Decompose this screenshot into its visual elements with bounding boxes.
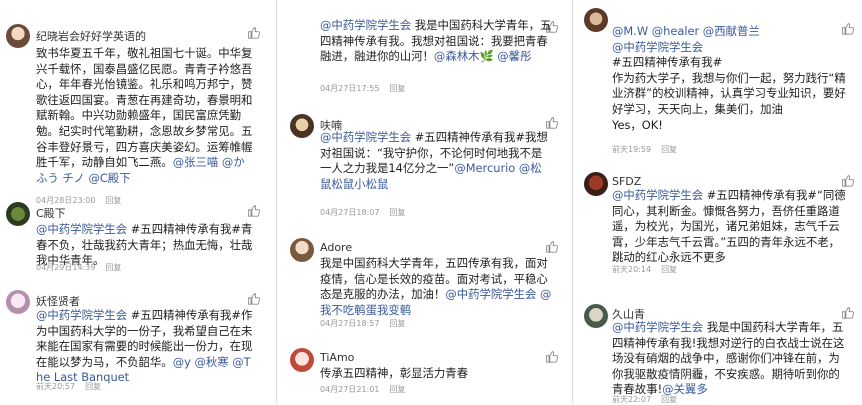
comment-column-2: @中药学院学生会 我是中国药科大学青年，五四精神传承有我。我想对祖国说：我要把青… [284,0,566,403]
comment-body: 致书华夏五千年，敬礼祖国七十诞。中华复兴千载怀，国泰昌盛亿民愿。青青子衿悠吾心，… [36,46,253,170]
comment-time: 04月27日17:55 [320,84,380,93]
comment-time: 前天19:59 [612,145,652,154]
like-icon[interactable] [545,116,558,129]
comment-meta: 04月27日21:01 回复 [320,384,405,395]
commenter-name[interactable]: 妖怪贤者 [36,293,80,309]
like-icon[interactable] [545,350,558,363]
reply-link[interactable]: 回复 [389,319,405,328]
mention-link[interactable]: @中药学院学生会 [320,18,411,32]
mention-link[interactable]: @中药学院学生会 [36,222,127,236]
commenter-name[interactable]: C殿下 [36,205,66,221]
comment-meta: 04月27日18:57 回复 [320,318,405,329]
comment-time: 04月27日18:57 [320,319,380,328]
comment-meta: 前天20:14 回复 [612,264,677,275]
comment-meta: 04月29日14:39 回复 [36,262,121,273]
commenter-name[interactable]: 纪晓岩会好好学英语的 [36,28,146,44]
avatar[interactable] [6,290,30,314]
comment-meta: 前天20:57 回复 [36,381,101,392]
comment-feed-collage: 纪晓岩会好好学英语的 致书华夏五千年，敬礼祖国七十诞。中华复兴千载怀，国泰昌盛亿… [0,0,862,405]
comment-time: 04月27日18:07 [320,208,380,217]
mention-link[interactable]: @中药学院学生会 [612,320,703,334]
mention-link[interactable]: @M.W @healer @西献普兰 [612,24,760,38]
reply-link[interactable]: 回复 [389,208,405,217]
reply-link[interactable]: 回复 [389,84,405,93]
avatar[interactable] [290,238,314,262]
comment-meta: 前天22:07 回复 [612,394,677,405]
mention-link[interactable]: @森林木🌿 @馨彤 [434,49,532,63]
like-icon[interactable] [247,204,260,217]
reply-link[interactable]: 回复 [105,263,121,272]
mention-link[interactable]: @中药学院学生会 [612,40,703,54]
avatar[interactable] [6,24,30,48]
mention-link[interactable]: @中药学院学生会 [612,188,703,202]
comment-meta: 04月27日18:07 回复 [320,207,405,218]
comment-time: 前天20:14 [612,265,652,274]
comment-time: 04月27日21:01 [320,385,380,394]
like-icon[interactable] [247,26,260,39]
avatar[interactable] [584,8,608,32]
reply-link[interactable]: 回复 [105,196,121,205]
like-icon[interactable] [545,240,558,253]
comment-text: @中药学院学生会 #五四精神传承有我#作为中国药科大学的一份子，我希望自己在未来… [36,308,254,386]
comment-text: @中药学院学生会 #五四精神传承有我#我想对祖国说：“我守护你，不论何时何地我不… [320,130,552,192]
reply-link[interactable]: 回复 [661,145,677,154]
mention-link[interactable]: @中药学院学生会 [320,130,411,144]
comment-time: 前天20:57 [36,382,76,391]
comment-time: 04月28日23:00 [36,196,96,205]
avatar[interactable] [584,172,608,196]
avatar[interactable] [290,114,314,138]
comment-body: #五四精神传承有我# 作为药大学子，我想与你们一起，努力践行“精业济群”的校训精… [612,55,846,132]
avatar[interactable] [6,202,30,226]
like-icon[interactable] [247,292,260,305]
reply-link[interactable]: 回复 [389,385,405,394]
commenter-name[interactable]: Adore [320,241,352,254]
comment-text: @中药学院学生会 #五四精神传承有我#“同德同心，其利断金。慷慨各努力，吾侪任重… [612,188,848,266]
commenter-name[interactable]: SFDZ [612,175,641,188]
reply-link[interactable]: 回复 [661,265,677,274]
column-divider [276,0,277,403]
comment-column-1: 纪晓岩会好好学英语的 致书华夏五千年，敬礼祖国七十诞。中华复兴千载怀，国泰昌盛亿… [0,0,268,403]
like-icon[interactable] [841,174,854,187]
reply-link[interactable]: 回复 [85,382,101,391]
comment-text: @M.W @healer @西献普兰 @中药学院学生会 #五四精神传承有我# 作… [612,24,848,133]
column-divider [572,0,573,403]
comment-meta: 前天19:59 回复 [612,144,677,155]
commenter-name[interactable]: TiAmo [320,351,354,364]
comment-body: 传承五四精神，彰显活力青春 [320,366,469,380]
comment-text: 我是中国药科大学青年，五四传承有我，面对疫情，信心是长效的疫苗。面对考试，平稳心… [320,256,552,318]
comment-column-3: @M.W @healer @西献普兰 @中药学院学生会 #五四精神传承有我# 作… [576,0,862,405]
comment-text: @中药学院学生会 我是中国药科大学青年，五四精神传承有我!我想对逆行的白衣战士说… [612,320,848,398]
comment-time: 04月29日14:39 [36,263,96,272]
mention-link[interactable]: @中药学院学生会 [36,308,127,322]
comment-text: 致书华夏五千年，敬礼祖国七十诞。中华复兴千载怀，国泰昌盛亿民愿。青青子衿悠吾心，… [36,46,254,186]
like-icon[interactable] [841,306,854,319]
avatar[interactable] [584,304,608,328]
comment-text: @中药学院学生会 我是中国药科大学青年，五四精神传承有我。我想对祖国说：我要把青… [320,18,552,65]
comment-meta: 04月27日17:55 回复 [320,83,405,94]
comment-text: 传承五四精神，彰显活力青春 [320,366,552,382]
avatar[interactable] [290,348,314,372]
